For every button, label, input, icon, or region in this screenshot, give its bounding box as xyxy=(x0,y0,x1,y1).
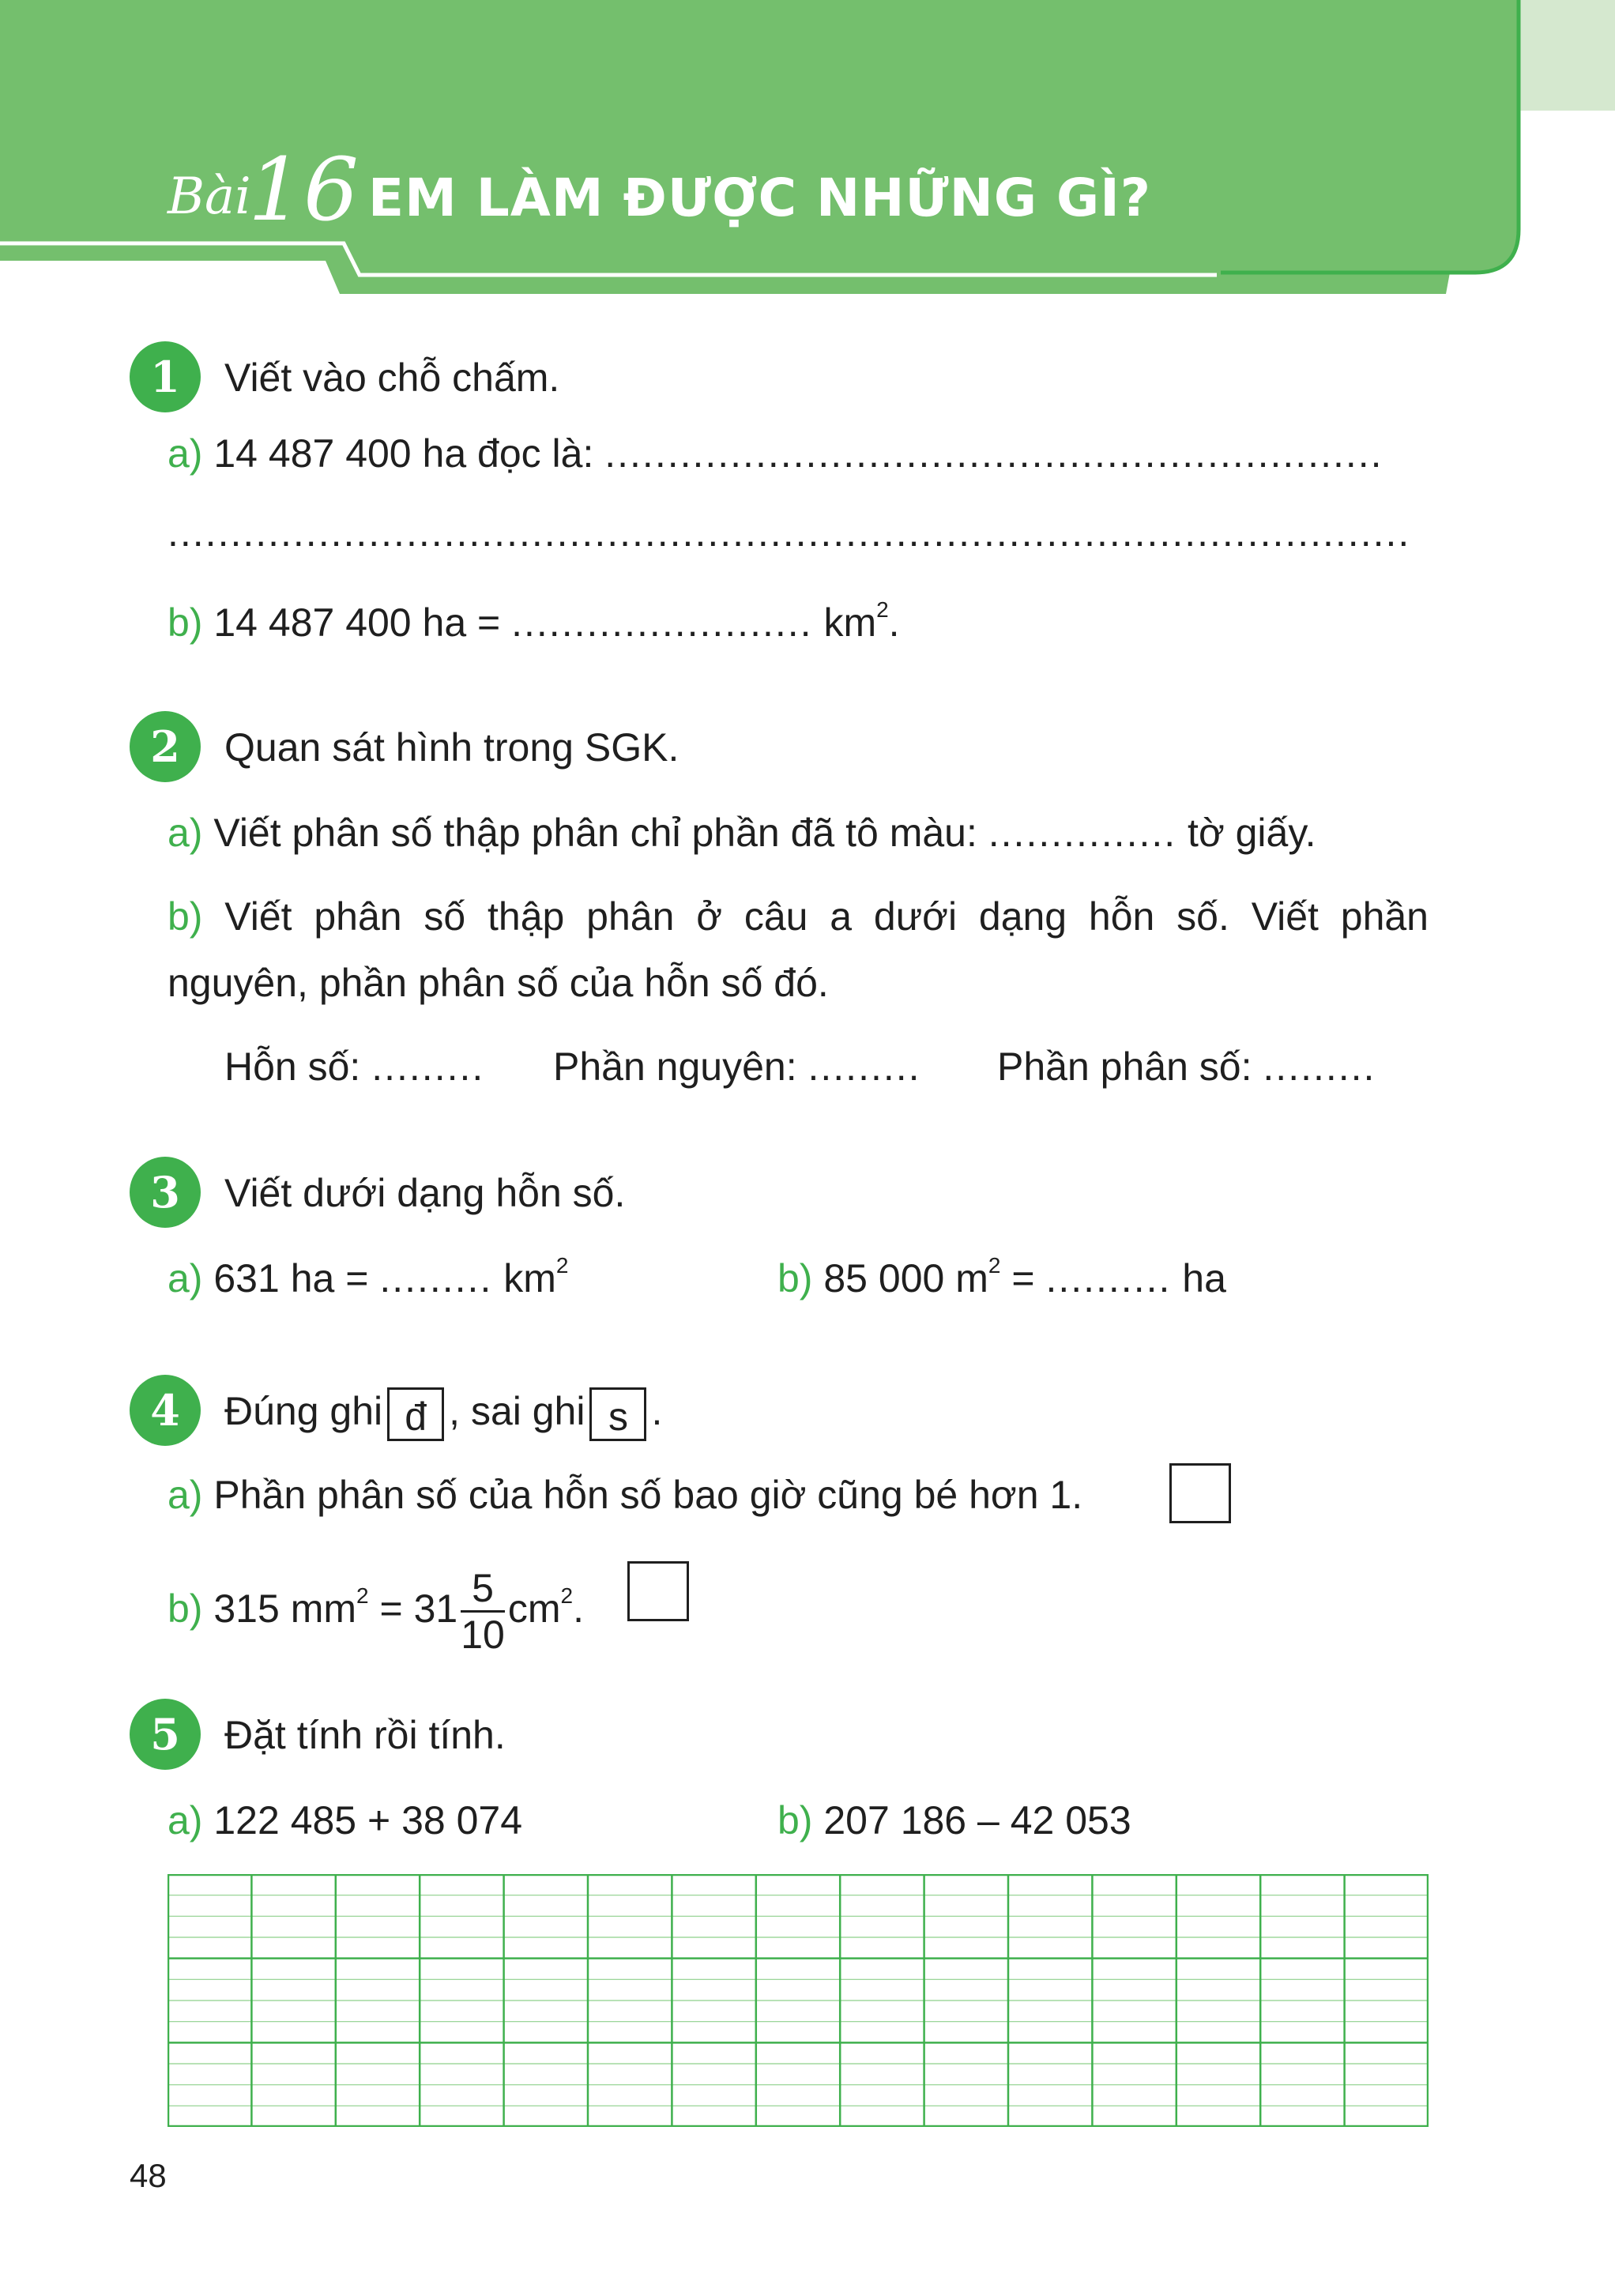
exercise-5-prompt: Đặt tính rồi tính. xyxy=(224,1713,506,1757)
label-a: a) xyxy=(168,811,203,855)
prompt-text: , sai ghi xyxy=(449,1389,585,1434)
superscript: 2 xyxy=(555,1253,569,1278)
unit: cm xyxy=(507,1586,561,1631)
exercise-3a: a) 631 ha = ......... km2 xyxy=(168,1255,568,1302)
superscript: 2 xyxy=(560,1583,574,1609)
false-mark-box: s xyxy=(589,1387,647,1441)
answer-line[interactable]: ......... xyxy=(808,1044,921,1089)
exercise-2a: a) Viết phân số thập phân chỉ phần đã tô… xyxy=(168,809,1316,856)
superscript: 2 xyxy=(988,1253,1001,1278)
exercise-3-prompt: Viết dưới dạng hỗn số. xyxy=(224,1171,626,1215)
unit: ha xyxy=(1182,1256,1226,1300)
exercise-1-number: 1 xyxy=(130,341,201,412)
equals-sign: = xyxy=(1011,1256,1035,1300)
exercise-3-number: 3 xyxy=(130,1157,201,1228)
label-b: b) xyxy=(168,1586,203,1631)
mixed-number-field: Hỗn số: ......... xyxy=(224,1043,484,1090)
answer-line[interactable]: .......... xyxy=(1045,1256,1171,1300)
lesson-title: EM LÀM ĐƯỢC NHỮNG GÌ? xyxy=(368,167,1152,228)
fraction: 5 10 xyxy=(461,1566,505,1657)
label-a: a) xyxy=(168,431,203,476)
exercise-5b-text: 207 186 – 42 053 xyxy=(823,1798,1131,1842)
exercise-3a-text: 631 ha = xyxy=(213,1256,369,1300)
exercise-2a-end: tờ giấy. xyxy=(1188,811,1316,855)
exercise-5a: a) 122 485 + 38 074 xyxy=(168,1797,522,1844)
label-a: a) xyxy=(168,1256,203,1300)
exercise-4b: b) 315 mm2 = 31 5 10 cm2. xyxy=(168,1555,584,1662)
mixed-number-label: Hỗn số: xyxy=(224,1044,361,1089)
answer-box-4b[interactable] xyxy=(627,1561,689,1621)
exercise-2b-line2: nguyên, phần phân số của hỗn số đó. xyxy=(168,961,829,1005)
label-b: b) xyxy=(777,1798,813,1842)
exercise-3b: b) 85 000 m2 = .......... ha xyxy=(777,1255,1226,1302)
exercise-2a-text: Viết phân số thập phân chỉ phần đã tô mà… xyxy=(213,811,977,855)
exercise-4b-text: 315 mm xyxy=(213,1586,356,1631)
exercise-2b-line1: b) Viết phân số thập phân ở câu a dưới d… xyxy=(168,893,1429,940)
answer-line[interactable]: ........................................… xyxy=(604,431,1383,476)
exercise-2-prompt: Quan sát hình trong SGK. xyxy=(224,725,680,770)
exercise-5-number: 5 xyxy=(130,1699,201,1770)
label-b: b) xyxy=(777,1256,813,1300)
exercise-4-prompt: Đúng ghi đ, sai ghi s. xyxy=(224,1387,662,1441)
superscript: 2 xyxy=(876,597,889,623)
exercise-4-number: 4 xyxy=(130,1375,201,1446)
prompt-text: Đúng ghi xyxy=(224,1389,383,1434)
period: . xyxy=(651,1389,663,1434)
answer-line-full[interactable]: ........................................… xyxy=(168,509,1410,556)
superscript: 2 xyxy=(356,1583,369,1609)
calculation-grid[interactable] xyxy=(168,1874,1429,2127)
whole-part-label: Phần nguyên: xyxy=(553,1044,797,1089)
unit: km xyxy=(823,600,877,645)
fraction-part-field: Phần phân số: ......... xyxy=(997,1043,1376,1090)
label-b: b) xyxy=(168,894,203,939)
exercise-1a: a) 14 487 400 ha đọc là: ...............… xyxy=(168,430,1383,477)
answer-line[interactable]: ......... xyxy=(379,1256,492,1300)
equals-whole: = 31 xyxy=(379,1586,458,1631)
label-b: b) xyxy=(168,600,203,645)
lesson-banner xyxy=(0,0,1615,294)
exercise-5b: b) 207 186 – 42 053 xyxy=(777,1797,1131,1844)
true-mark-box: đ xyxy=(387,1387,445,1441)
exercise-5a-text: 122 485 + 38 074 xyxy=(213,1798,523,1842)
period: . xyxy=(888,600,900,645)
answer-box-4a[interactable] xyxy=(1169,1463,1231,1523)
label-a: a) xyxy=(168,1473,203,1517)
exercise-1-prompt: Viết vào chỗ chấm. xyxy=(224,356,560,400)
lesson-number: 16 xyxy=(248,139,359,240)
unit: km xyxy=(503,1256,556,1300)
denominator: 10 xyxy=(461,1613,505,1658)
answer-line[interactable]: ......... xyxy=(1263,1044,1376,1089)
exercise-4a: a) Phần phân số của hỗn số bao giờ cũng … xyxy=(168,1471,1082,1519)
exercise-2b-text: Viết phân số thập phân ở câu a dưới dạng… xyxy=(224,894,1429,939)
exercise-1a-text: 14 487 400 ha đọc là: xyxy=(213,431,594,476)
answer-line[interactable]: ........................ xyxy=(511,600,812,645)
numerator: 5 xyxy=(461,1566,505,1613)
period: . xyxy=(573,1586,584,1631)
lesson-label: Bài xyxy=(168,167,251,226)
label-a: a) xyxy=(168,1798,203,1842)
answer-line[interactable]: ............... xyxy=(988,811,1176,855)
page-number: 48 xyxy=(130,2157,167,2194)
exercise-3b-text: 85 000 m xyxy=(823,1256,988,1300)
fraction-part-label: Phần phân số: xyxy=(997,1044,1252,1089)
exercise-4a-text: Phần phân số của hỗn số bao giờ cũng bé … xyxy=(213,1473,1083,1517)
exercise-1b-text: 14 487 400 ha = xyxy=(213,600,501,645)
exercise-2-number: 2 xyxy=(130,711,201,782)
whole-part-field: Phần nguyên: ......... xyxy=(553,1043,921,1090)
exercise-1b: b) 14 487 400 ha = .....................… xyxy=(168,599,900,646)
answer-line[interactable]: ......... xyxy=(371,1044,484,1089)
